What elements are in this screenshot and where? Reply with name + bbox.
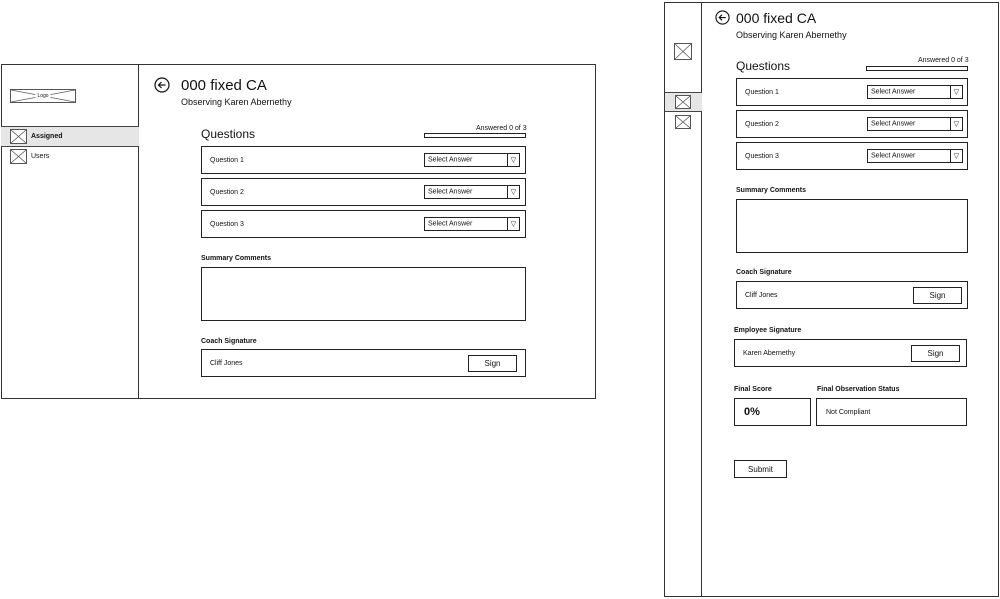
coach-sign-button[interactable]: Sign: [468, 355, 517, 372]
answer-select-value: Select Answer: [871, 152, 916, 160]
question-label: Question 3: [745, 153, 779, 160]
final-status-box: Not Compliant: [816, 398, 967, 426]
dropdown-arrow-icon: ▽: [950, 118, 962, 130]
submit-button[interactable]: Submit: [734, 460, 787, 478]
question-row: Question 2 Select Answer ▽: [201, 178, 526, 206]
answer-select-value: Select Answer: [428, 220, 473, 228]
final-score-value: 0%: [744, 406, 760, 418]
question-row: Question 2 Select Answer ▽: [736, 110, 968, 138]
mobile-nav-users[interactable]: [665, 113, 702, 132]
logo-text: Logo: [35, 93, 51, 99]
employee-signature-row: Karen Abernethy Sign: [734, 339, 967, 367]
summary-comments-label: Summary Comments: [736, 187, 807, 194]
assigned-icon: [10, 129, 27, 144]
questions-heading: Questions: [736, 59, 791, 73]
back-arrow-icon[interactable]: [154, 77, 170, 93]
coach-signature-row: Cliff Jones Sign: [201, 349, 526, 377]
answer-select-value: Select Answer: [428, 188, 473, 196]
dropdown-arrow-icon: ▽: [507, 154, 519, 166]
question-row: Question 3 Select Answer ▽: [736, 142, 968, 170]
coach-signature-row: Cliff Jones Sign: [736, 281, 968, 309]
question-label: Question 3: [210, 221, 244, 228]
dropdown-arrow-icon: ▽: [950, 86, 962, 98]
logo: Logo: [10, 89, 76, 103]
desktop-sidebar: [1, 64, 139, 399]
answered-progress-bar: [424, 133, 526, 138]
answered-progress-bar: [866, 66, 968, 71]
coach-signature-label: Coach Signature: [201, 338, 257, 345]
mobile-nav-assigned[interactable]: [665, 92, 702, 112]
question-row: Question 1 Select Answer ▽: [201, 146, 526, 174]
questions-heading: Questions: [201, 127, 256, 141]
answer-select[interactable]: Select Answer ▽: [867, 85, 963, 99]
users-icon: [10, 149, 27, 164]
page-title: 000 fixed CA: [736, 10, 817, 26]
answered-count: Answered 0 of 3: [918, 57, 969, 64]
question-label: Question 2: [210, 189, 244, 196]
answer-select-value: Select Answer: [871, 120, 916, 128]
final-status-value: Not Compliant: [826, 409, 871, 416]
dropdown-arrow-icon: ▽: [950, 150, 962, 162]
summary-comments-textarea[interactable]: [736, 199, 968, 253]
sidebar-item-assigned[interactable]: Assigned: [1, 126, 139, 147]
employee-name: Karen Abernethy: [743, 350, 796, 357]
question-row: Question 1 Select Answer ▽: [736, 78, 968, 106]
coach-signature-label: Coach Signature: [736, 269, 792, 276]
coach-name: Cliff Jones: [210, 360, 243, 367]
final-score-box: 0%: [734, 398, 811, 426]
dropdown-arrow-icon: ▽: [507, 218, 519, 230]
question-row: Question 3 Select Answer ▽: [201, 210, 526, 238]
page-subtitle: Observing Karen Abernethy: [736, 30, 847, 40]
sidebar-item-users[interactable]: Users: [1, 147, 139, 167]
question-label: Question 1: [745, 89, 779, 96]
answer-select[interactable]: Select Answer ▽: [867, 117, 963, 131]
coach-name: Cliff Jones: [745, 292, 778, 299]
answer-select[interactable]: Select Answer ▽: [867, 149, 963, 163]
question-label: Question 1: [210, 157, 244, 164]
coach-sign-button[interactable]: Sign: [913, 287, 962, 304]
sidebar-item-label: Assigned: [31, 133, 63, 140]
answered-count: Answered 0 of 3: [476, 125, 527, 132]
answer-select[interactable]: Select Answer ▽: [424, 185, 520, 199]
sidebar-item-label: Users: [31, 153, 50, 160]
employee-sign-button[interactable]: Sign: [911, 345, 960, 362]
summary-comments-label: Summary Comments: [201, 255, 272, 262]
dropdown-arrow-icon: ▽: [507, 186, 519, 198]
question-label: Question 2: [745, 121, 779, 128]
users-icon: [675, 115, 691, 129]
page-subtitle: Observing Karen Abernethy: [181, 97, 292, 107]
answer-select-value: Select Answer: [428, 156, 473, 164]
final-score-label: Final Score: [734, 386, 772, 393]
assigned-icon: [675, 95, 691, 109]
back-arrow-icon[interactable]: [715, 10, 730, 25]
page-title: 000 fixed CA: [181, 77, 267, 94]
employee-signature-label: Employee Signature: [734, 327, 802, 334]
answer-select[interactable]: Select Answer ▽: [424, 217, 520, 231]
answer-select-value: Select Answer: [871, 88, 916, 96]
mobile-logo-icon: [674, 43, 692, 60]
final-status-label: Final Observation Status: [817, 386, 900, 393]
summary-comments-textarea[interactable]: [201, 267, 526, 321]
answer-select[interactable]: Select Answer ▽: [424, 153, 520, 167]
